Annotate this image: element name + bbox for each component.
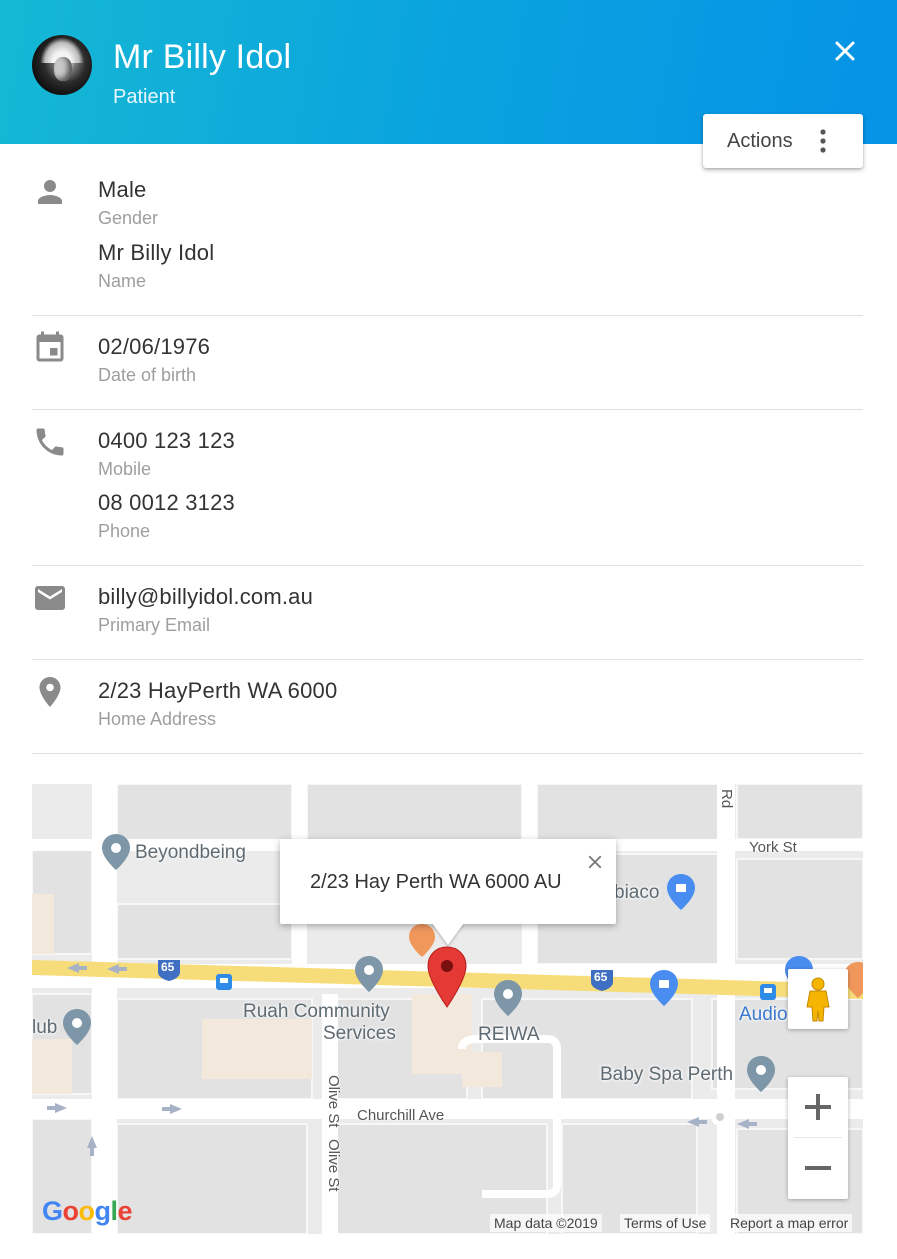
map-infowindow: 2/23 Hay Perth WA 6000 AU — [280, 839, 616, 945]
infowindow-tail — [432, 923, 464, 945]
map-place-baby-spa[interactable]: Baby Spa Perth — [600, 1064, 733, 1086]
person-icon — [32, 174, 68, 210]
map-place-ruah-line1[interactable]: Ruah Community — [243, 1001, 390, 1023]
mobile-value[interactable]: 0400 123 123 — [98, 428, 235, 454]
map-place-reiwa[interactable]: REIWA — [478, 1024, 540, 1046]
name-value: Mr Billy Idol — [98, 240, 215, 265]
map-place-club[interactable]: lub — [32, 1017, 57, 1039]
zoom-controls — [788, 1077, 848, 1199]
map-place-ruah-line2[interactable]: Services — [323, 1023, 396, 1045]
gender-label: Gender — [98, 208, 159, 228]
pegman-icon — [806, 977, 830, 1022]
map-route-badge-2: 65 — [594, 970, 608, 984]
map-street-york: York St — [749, 839, 797, 856]
map-route-badge-1: 65 — [161, 960, 175, 974]
patient-name-title: Mr Billy Idol — [113, 38, 292, 76]
map-street-churchill: Churchill Ave — [357, 1107, 445, 1124]
terms-of-use-link[interactable]: Terms of Use — [620, 1214, 711, 1232]
map-place-audio[interactable]: Audio — [739, 1004, 788, 1026]
more-vert-icon — [820, 129, 826, 153]
dob-value: 02/06/1976 — [98, 334, 211, 359]
section-phones: 0400 123 123 Mobile 08 0012 3123 Phone — [32, 410, 863, 566]
name-label: Name — [98, 271, 147, 291]
actions-button[interactable]: Actions — [703, 114, 863, 168]
email-label: Primary Email — [98, 615, 211, 635]
street-view-pegman-button[interactable] — [788, 969, 848, 1029]
location-pin-icon — [32, 674, 68, 710]
map-street-olive-2: Olive St — [325, 1139, 342, 1192]
map-street-olive-1: Olive St — [325, 1075, 342, 1128]
infowindow-address: 2/23 Hay Perth WA 6000 AU — [310, 871, 562, 893]
report-map-error-link[interactable]: Report a map error — [726, 1214, 853, 1232]
map-place-beyondbeing[interactable]: Beyondbeing — [135, 842, 246, 864]
infowindow-close-button[interactable] — [584, 851, 606, 873]
minus-icon — [805, 1166, 831, 1170]
patient-role-subtitle: Patient — [113, 86, 176, 108]
map-street-rd: Rd — [718, 789, 735, 809]
zoom-in-button[interactable] — [788, 1077, 848, 1137]
address-value: 2/23 HayPerth WA 6000 — [98, 678, 338, 703]
phone-label: Phone — [98, 521, 151, 541]
section-dob: 02/06/1976 Date of birth — [32, 316, 863, 410]
mobile-label: Mobile — [98, 459, 152, 479]
close-icon — [588, 855, 602, 869]
email-value[interactable]: billy@billyidol.com.au — [98, 584, 313, 610]
calendar-icon — [32, 330, 68, 366]
close-icon — [835, 41, 855, 61]
section-person: Male Gender Mr Billy Idol Name — [32, 168, 863, 316]
address-label: Home Address — [98, 709, 217, 729]
dob-label: Date of birth — [98, 365, 197, 385]
map-data-attribution: Map data ©2019 — [490, 1214, 602, 1232]
section-address: 2/23 HayPerth WA 6000 Home Address — [32, 660, 863, 754]
gender-value: Male — [98, 177, 147, 202]
email-icon — [32, 580, 68, 616]
location-map[interactable]: Beyondbeing York St biaco lub Ruah Commu… — [32, 784, 863, 1234]
phone-icon — [32, 424, 68, 460]
google-logo[interactable]: Google — [42, 1196, 133, 1227]
zoom-out-button[interactable] — [788, 1138, 848, 1198]
close-button[interactable] — [828, 34, 862, 68]
map-place-subiaco[interactable]: biaco — [614, 882, 659, 904]
section-email: billy@billyidol.com.au Primary Email — [32, 566, 863, 660]
actions-label: Actions — [727, 129, 793, 152]
phone-value[interactable]: 08 0012 3123 — [98, 490, 235, 516]
plus-icon — [805, 1094, 831, 1120]
patient-avatar — [32, 35, 92, 95]
